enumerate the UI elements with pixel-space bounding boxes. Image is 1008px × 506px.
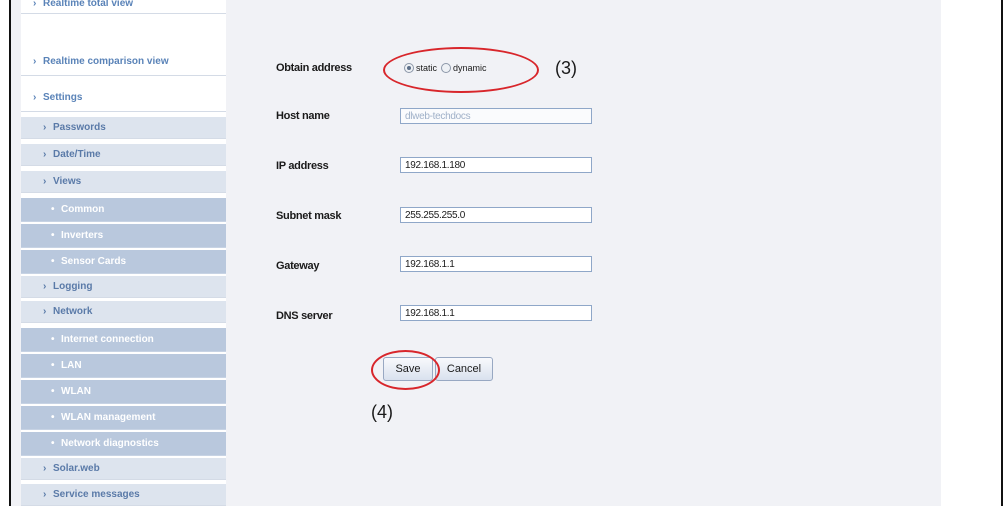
- sidebar-item-label: Internet connection: [61, 334, 154, 345]
- save-button[interactable]: Save: [383, 357, 433, 381]
- sidebar-item-wlan-management[interactable]: • WLAN management: [21, 406, 226, 430]
- sidebar-item-label: Views: [53, 176, 82, 187]
- sidebar-item-views[interactable]: › Views: [21, 171, 226, 193]
- sidebar-item-inverters[interactable]: • Inverters: [21, 224, 226, 248]
- gateway-field[interactable]: [400, 256, 592, 272]
- sidebar-item-label: Realtime comparison view: [43, 56, 169, 67]
- subnet-mask-field[interactable]: [400, 207, 592, 223]
- sidebar-item-label: Common: [61, 204, 105, 215]
- sidebar-item-label: Realtime total view: [43, 0, 134, 9]
- sidebar-item-wlan[interactable]: • WLAN: [21, 380, 226, 404]
- sidebar-item-datetime[interactable]: › Date/Time: [21, 144, 226, 166]
- dns-server-field[interactable]: [400, 305, 592, 321]
- sidebar-item-label: Settings: [43, 92, 83, 103]
- sidebar-item-logging[interactable]: › Logging: [21, 276, 226, 298]
- radio-dynamic[interactable]: [441, 63, 452, 73]
- hostname-field[interactable]: [400, 108, 592, 124]
- sidebar-item-label: Date/Time: [53, 149, 101, 160]
- sidebar-item-label: Network: [53, 306, 93, 317]
- callout-label-step-4: (4): [371, 402, 393, 422]
- sidebar-item-common[interactable]: • Common: [21, 198, 226, 222]
- gateway-label: Gateway: [276, 260, 320, 272]
- sidebar-item-lan[interactable]: • LAN: [21, 354, 226, 378]
- sidebar-item-settings[interactable]: › Settings: [21, 84, 226, 112]
- sidebar-item-realtime-comparison[interactable]: › Realtime comparison view: [21, 48, 226, 76]
- sidebar-item-realtime-total[interactable]: › Realtime total view: [21, 0, 226, 14]
- sidebar-item-network[interactable]: › Network: [21, 301, 226, 323]
- radio-static-label: static: [416, 63, 438, 73]
- radio-dynamic-label: dynamic: [453, 63, 487, 73]
- sidebar-item-sensor-cards[interactable]: • Sensor Cards: [21, 250, 226, 274]
- sidebar-item-label: Solar.web: [53, 463, 100, 474]
- sidebar-item-label: Passwords: [53, 122, 106, 133]
- sidebar-item-label: Sensor Cards: [61, 256, 127, 267]
- callout-label-step-3: (3): [555, 58, 577, 78]
- sidebar-item-label: LAN: [61, 360, 82, 371]
- hostname-label: Host name: [276, 110, 330, 122]
- sidebar-item-label: WLAN: [61, 386, 91, 397]
- sidebar-item-solarweb[interactable]: › Solar.web: [21, 458, 226, 480]
- window-frame: › Realtime total view › Realtime compariso…: [9, 0, 1003, 506]
- sidebar-item-internet-connection[interactable]: • Internet connection: [21, 328, 226, 352]
- subnet-mask-label: Subnet mask: [276, 210, 342, 222]
- sidebar-item-label: WLAN management: [61, 412, 156, 423]
- sidebar-item-passwords[interactable]: › Passwords: [21, 117, 226, 139]
- obtain-address-label: Obtain address: [276, 62, 352, 74]
- cancel-button[interactable]: Cancel: [435, 357, 493, 381]
- radio-static[interactable]: [404, 63, 414, 73]
- ip-address-field[interactable]: [400, 157, 592, 173]
- sidebar-item-label: Logging: [53, 281, 93, 292]
- obtain-address-radio-group: static dynamic: [404, 59, 491, 77]
- sidebar-item-label: Network diagnostics: [61, 438, 159, 449]
- sidebar-item-label: Inverters: [61, 230, 104, 241]
- sidebar-item-service-messages[interactable]: › Service messages: [21, 484, 226, 506]
- ip-address-label: IP address: [276, 160, 329, 172]
- sidebar-item-label: Service messages: [53, 489, 140, 500]
- sidebar-item-network-diagnostics[interactable]: • Network diagnostics: [21, 432, 226, 456]
- sidebar-nav: › Realtime total view › Realtime compariso…: [21, 0, 226, 506]
- dns-server-label: DNS server: [276, 310, 333, 322]
